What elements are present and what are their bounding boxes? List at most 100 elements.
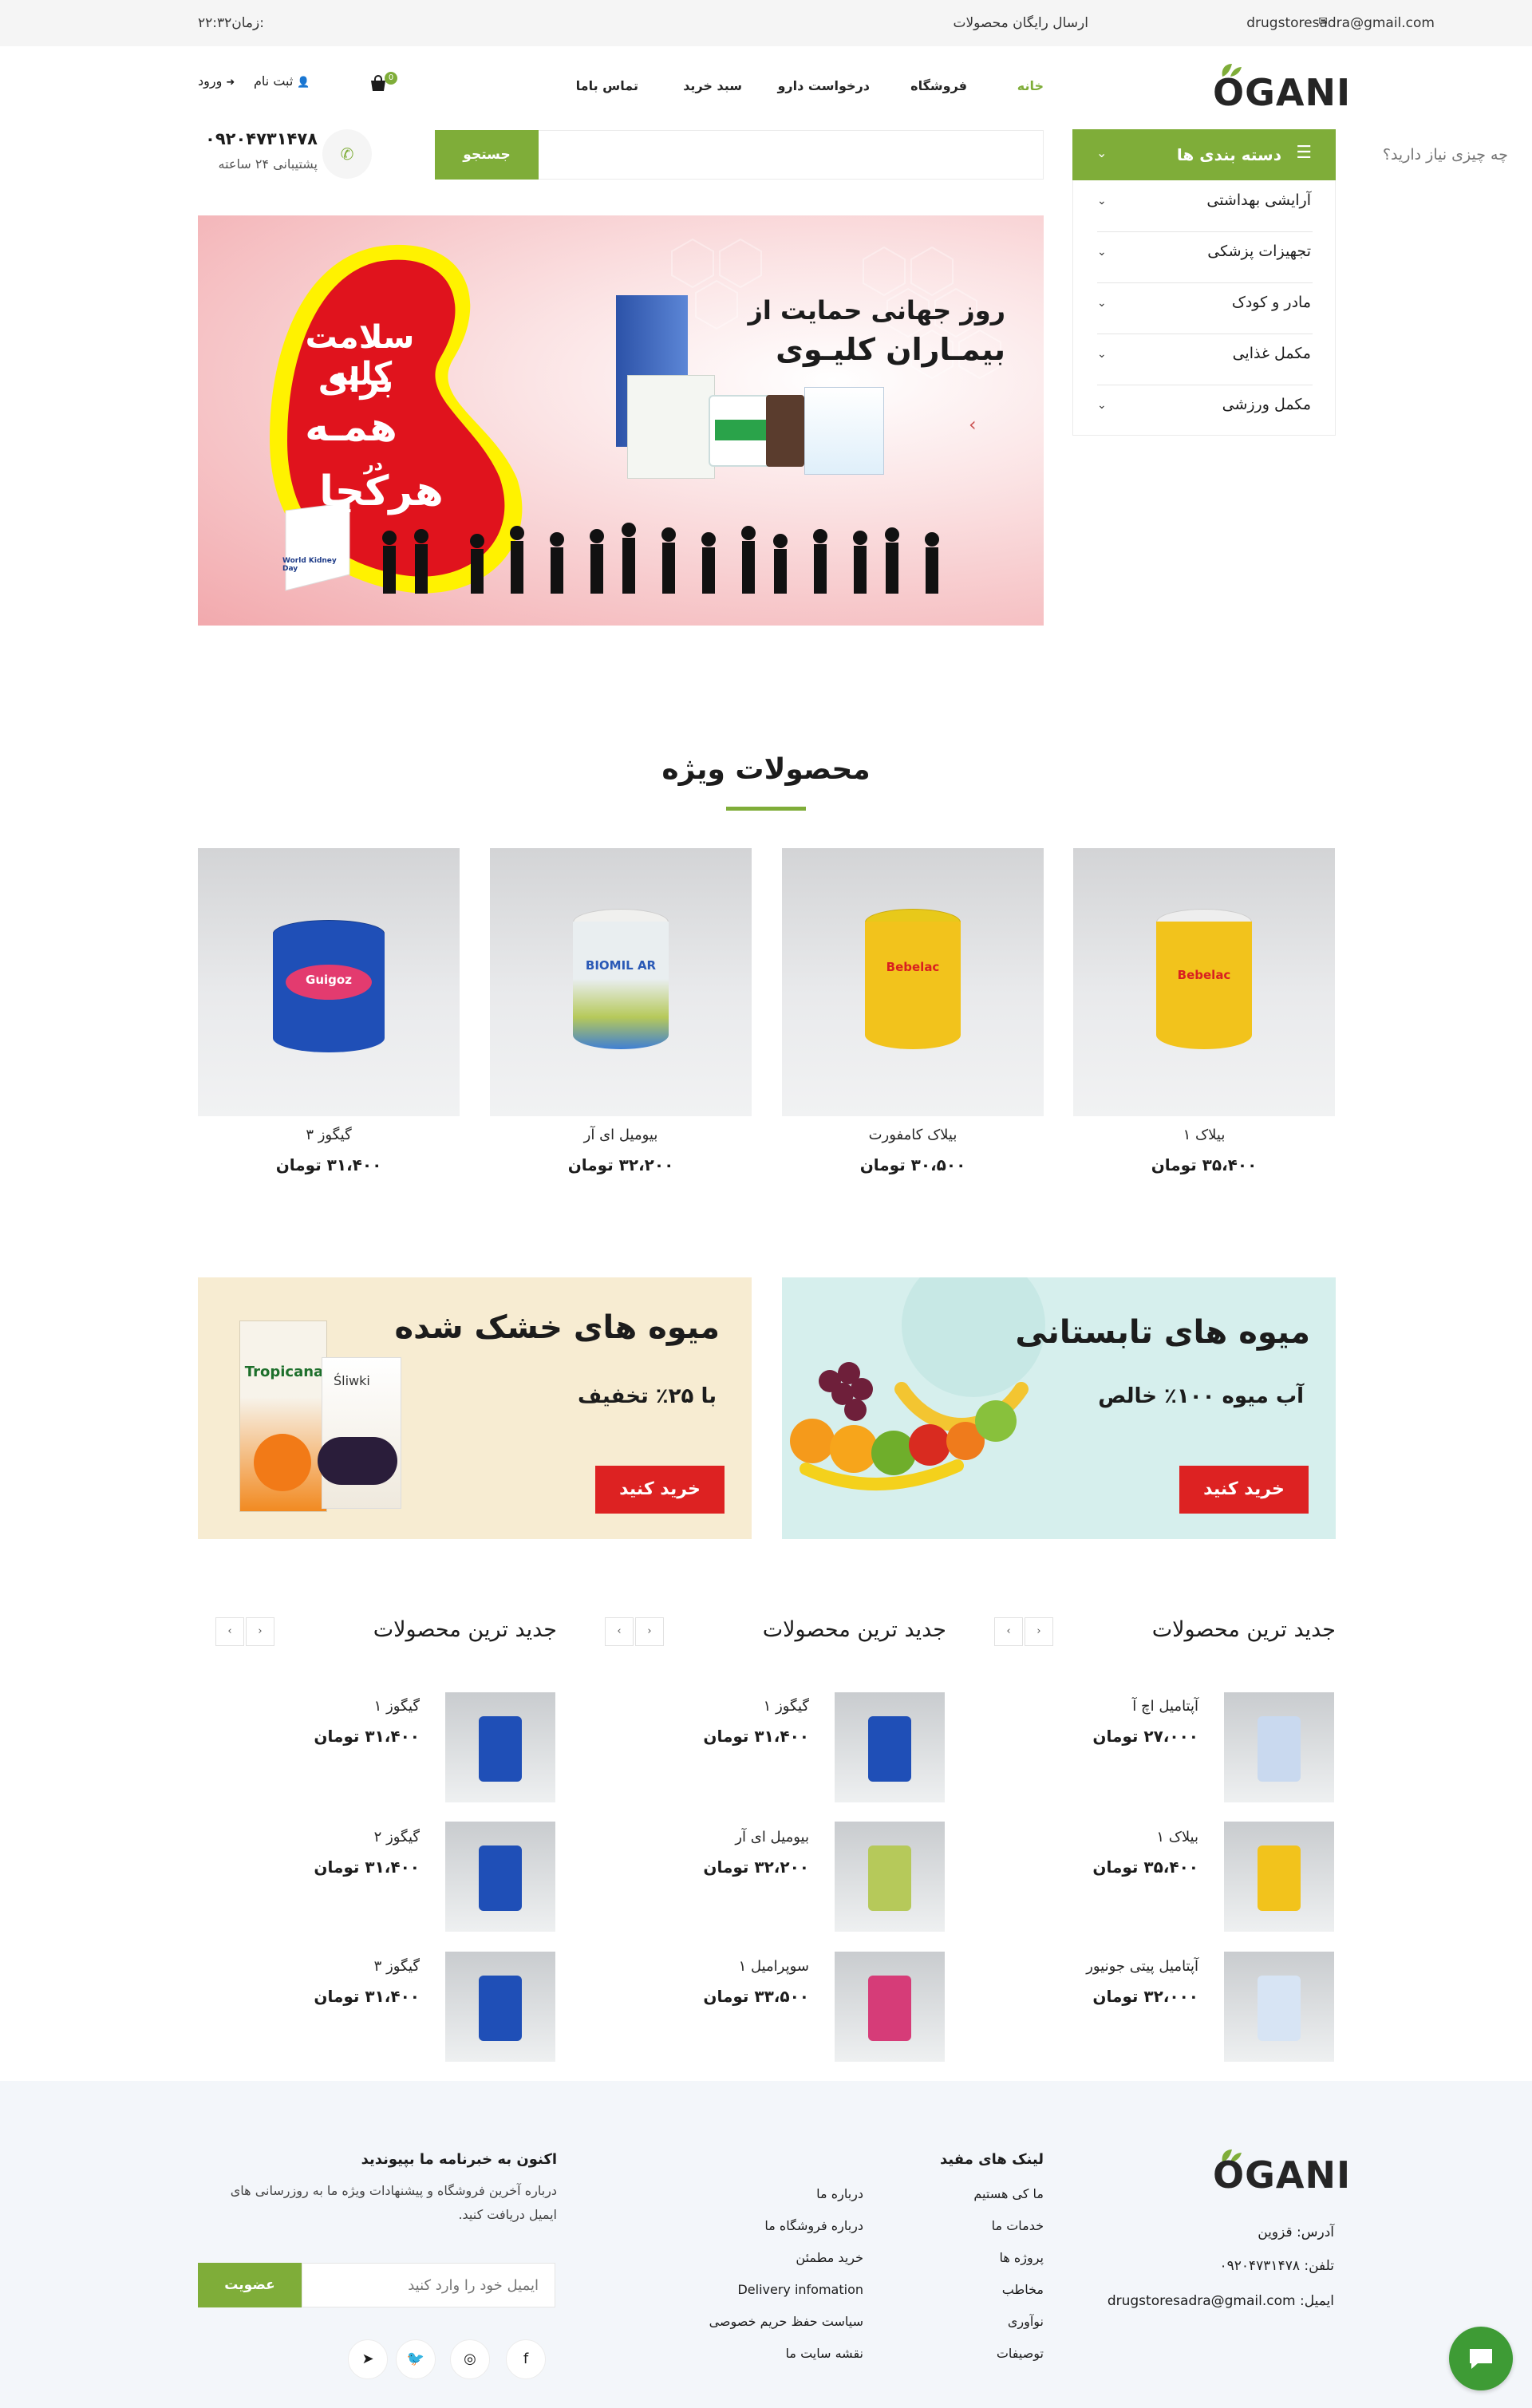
can-brand: BIOMIL AR xyxy=(585,958,657,973)
product-name[interactable]: گیگوز ۳ xyxy=(198,1127,460,1143)
nav-cart[interactable]: سبد خرید xyxy=(683,78,742,93)
footer-link[interactable]: درباره فروشگاه ما xyxy=(764,2218,863,2233)
chat-widget-button[interactable] xyxy=(1449,2327,1513,2390)
carousel-prev-button[interactable]: ‹ xyxy=(246,1617,274,1646)
product-price: ۳۱،۴۰۰ تومان xyxy=(703,1727,809,1746)
instagram-icon[interactable]: ◎ xyxy=(450,2339,490,2379)
footer-link[interactable]: Delivery infomation xyxy=(737,2282,863,2297)
footer-link[interactable]: توصیفات xyxy=(997,2346,1044,2361)
people-silhouettes xyxy=(382,523,939,594)
search-button[interactable]: جستجو xyxy=(435,130,539,180)
product-thumb[interactable] xyxy=(445,1692,555,1802)
product-name[interactable]: گیگوز ۱ xyxy=(374,1698,420,1715)
carousel-prev-button[interactable]: ‹ xyxy=(635,1617,664,1646)
latest-title: جدید ترین محصولات xyxy=(762,1617,946,1642)
product-name[interactable]: بیومیل ای آر xyxy=(735,1829,809,1845)
shop-now-button[interactable]: خرید کنید xyxy=(1179,1466,1309,1514)
carousel-prev-button[interactable]: ‹ xyxy=(1025,1617,1053,1646)
twitter-icon[interactable]: 🐦 xyxy=(396,2339,436,2379)
footer-link[interactable]: نوآوری xyxy=(1008,2314,1044,2329)
category-item-sport[interactable]: مکمل ورزشی xyxy=(1222,396,1311,413)
useful-links-title: لینک های مفید xyxy=(940,2151,1044,2168)
footer-link[interactable]: سیاست حفظ حریم خصوصی xyxy=(709,2314,863,2329)
product-name[interactable]: بیلاک ۱ xyxy=(1073,1127,1335,1143)
product-price: ۳۳،۵۰۰ تومان xyxy=(703,1987,809,2006)
product-name[interactable]: آپتامیل پیتی جونیور xyxy=(1086,1958,1198,1975)
carousel-next-button[interactable]: › xyxy=(215,1617,244,1646)
product-thumb[interactable] xyxy=(445,1822,555,1932)
category-item-mother-child[interactable]: مادر و کودک xyxy=(1232,294,1311,311)
product-name[interactable]: گیگوز ۲ xyxy=(374,1829,420,1845)
product-thumb[interactable] xyxy=(835,1822,945,1932)
product-name[interactable]: آپتامیل اچ آ xyxy=(1132,1698,1198,1715)
site-logo[interactable]: OGANI xyxy=(1213,57,1350,114)
telegram-icon[interactable]: ➤ xyxy=(348,2339,388,2379)
chevron-down-icon[interactable]: ⌄ xyxy=(1097,297,1107,310)
slider-next-icon[interactable]: › xyxy=(969,413,977,436)
product-image[interactable]: Bebelac xyxy=(1073,848,1335,1116)
facebook-icon[interactable]: f xyxy=(506,2339,546,2379)
cart-button[interactable]: 0 xyxy=(369,72,397,96)
nav-contact[interactable]: تماس باما xyxy=(576,78,638,93)
carousel-next-button[interactable]: › xyxy=(605,1617,634,1646)
footer-link[interactable]: پروژه ها xyxy=(999,2250,1044,2265)
can-thumb xyxy=(479,1845,522,1911)
register-link[interactable]: 👤 ثبت نام xyxy=(254,73,310,89)
promo-title: میوه های تابستانی xyxy=(1015,1314,1310,1351)
product-name[interactable]: بیلاک کامفورت xyxy=(782,1127,1044,1143)
product-thumb[interactable] xyxy=(1224,1952,1334,2062)
register-label: ثبت نام xyxy=(254,73,294,89)
chevron-down-icon[interactable]: ⌄ xyxy=(1097,399,1107,412)
footer-logo[interactable]: OGANI xyxy=(1213,2146,1350,2197)
promo-summer-fruits[interactable]: میوه های تابستانی آب میوه ۱۰۰٪ خالص خرید… xyxy=(782,1277,1336,1539)
product-thumb[interactable] xyxy=(445,1952,555,2062)
nav-drug-request[interactable]: درخواست دارو xyxy=(777,78,870,93)
category-item-medical[interactable]: تجهیزات پزشکی xyxy=(1207,243,1311,260)
category-item-supplement[interactable]: مکمل غذایی xyxy=(1233,345,1311,362)
category-item-cosmetics[interactable]: آرایشی بهداشتی xyxy=(1206,191,1311,209)
chevron-down-icon[interactable]: ⌄ xyxy=(1097,348,1107,361)
phone-icon: ✆ xyxy=(322,129,372,179)
product-price: ۳۱،۴۰۰ تومان xyxy=(314,1857,420,1877)
newsletter-text: ایمیل دریافت کنید. xyxy=(458,2207,557,2222)
promo-subtitle: آب میوه ۱۰۰٪ خالص xyxy=(1098,1384,1304,1408)
promo-dried-fruits[interactable]: Tropicana Śliwki میوه های خشک شده با ۲۵٪… xyxy=(198,1277,752,1539)
product-price: ۲۷،۰۰۰ تومان xyxy=(1092,1727,1198,1746)
login-label: ورود xyxy=(198,73,223,89)
nav-home[interactable]: خانه xyxy=(1017,78,1044,93)
footer-link[interactable]: خرید مطمئن xyxy=(796,2250,863,2265)
product-name[interactable]: بیومیل ای آر xyxy=(490,1127,752,1143)
product-name[interactable]: گیگوز ۱ xyxy=(764,1698,809,1715)
product-thumb[interactable] xyxy=(1224,1822,1334,1932)
product-name[interactable]: گیگوز ۳ xyxy=(374,1958,420,1975)
can-thumb xyxy=(1258,1976,1301,2041)
juice-brand: Tropicana xyxy=(244,1364,324,1380)
footer-link[interactable]: نقشه سایت ما xyxy=(786,2346,863,2361)
nav-shop[interactable]: فروشگاه xyxy=(910,78,967,93)
product-thumb[interactable] xyxy=(1224,1692,1334,1802)
product-image[interactable]: BIOMIL AR xyxy=(490,848,752,1116)
product-image[interactable]: Guigoz xyxy=(198,848,460,1116)
footer-link[interactable]: مخاطب xyxy=(1002,2282,1044,2297)
free-shipping-text: ارسال رایگان محصولات xyxy=(953,15,1088,31)
chevron-down-icon[interactable]: ⌄ xyxy=(1097,195,1107,207)
product-thumb[interactable] xyxy=(835,1692,945,1802)
orange xyxy=(254,1434,311,1491)
hero-banner[interactable]: سلامت کلیه برای همـه در هرکجا World Kidn… xyxy=(198,215,1044,626)
product-name[interactable]: بیلاک ۱ xyxy=(1156,1829,1198,1845)
footer-link[interactable]: درباره ما xyxy=(816,2186,863,2201)
carousel-next-button[interactable]: › xyxy=(994,1617,1023,1646)
login-link[interactable]: ➜ ورود xyxy=(198,73,235,89)
product-name[interactable]: سوپرامیل ۱ xyxy=(739,1958,809,1975)
footer-link[interactable]: خدمات ما xyxy=(992,2218,1044,2233)
newsletter-email-input[interactable] xyxy=(302,2263,555,2307)
footer-link[interactable]: ما کی هستیم xyxy=(973,2186,1044,2201)
promo-subtitle: با ۲۵٪ تخفیف xyxy=(577,1384,717,1408)
shop-now-button[interactable]: خرید کنید xyxy=(595,1466,725,1514)
search-input[interactable] xyxy=(1029,131,1532,179)
subscribe-button[interactable]: عضویت xyxy=(198,2263,302,2307)
product-thumb[interactable] xyxy=(835,1952,945,2062)
product-price: ۳۲،۲۰۰ تومان xyxy=(567,1155,674,1174)
product-image[interactable]: Bebelac xyxy=(782,848,1044,1116)
chevron-down-icon[interactable]: ⌄ xyxy=(1097,246,1107,259)
